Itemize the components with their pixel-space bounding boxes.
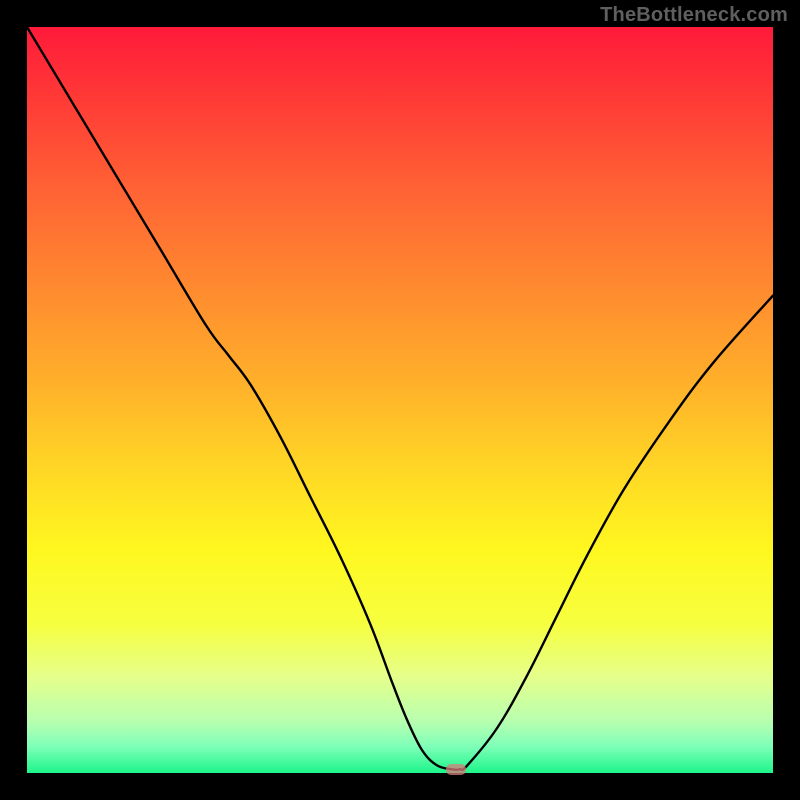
chart-frame: TheBottleneck.com: [0, 0, 800, 800]
optimal-point-marker: [446, 764, 466, 775]
plot-area: [27, 27, 773, 773]
bottleneck-chart-svg: [27, 27, 773, 773]
watermark-text: TheBottleneck.com: [600, 4, 788, 27]
gradient-background: [27, 27, 773, 773]
